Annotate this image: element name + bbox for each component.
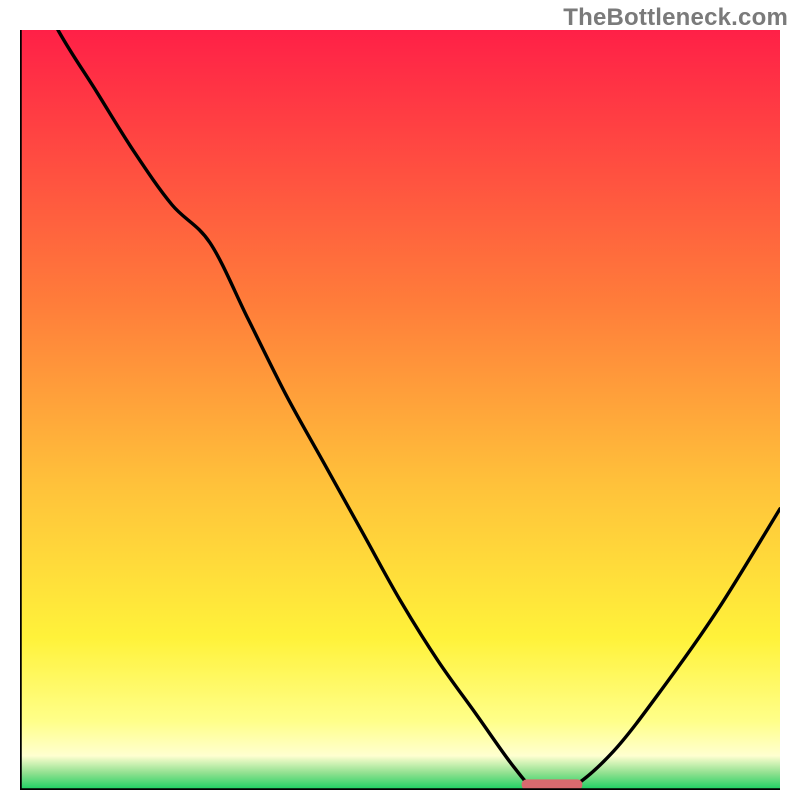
chart-container: TheBottleneck.com	[0, 0, 800, 800]
gradient-background	[20, 30, 780, 790]
plot-svg	[20, 30, 780, 790]
watermark-text: TheBottleneck.com	[563, 4, 788, 32]
